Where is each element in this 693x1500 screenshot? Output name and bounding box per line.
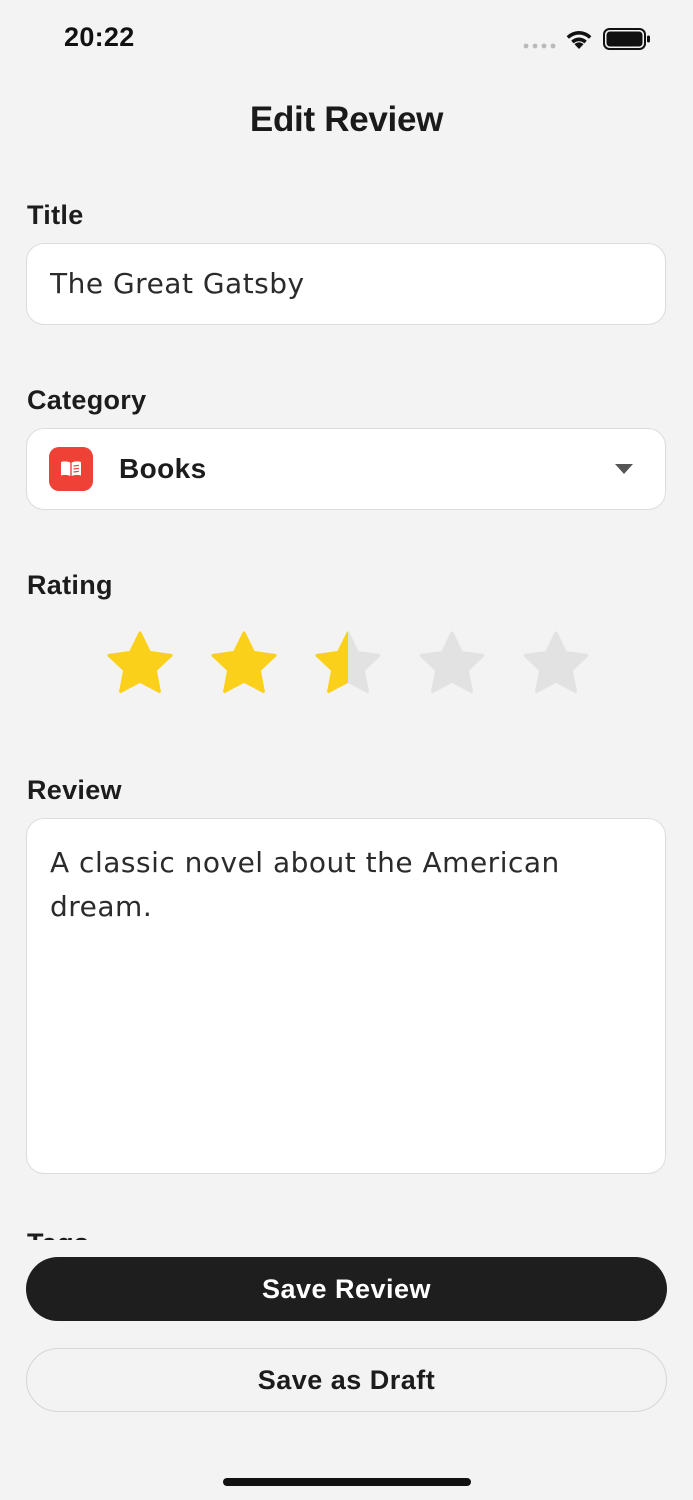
category-select[interactable]: Books bbox=[26, 428, 666, 510]
signal-icon bbox=[523, 43, 556, 49]
review-label: Review bbox=[27, 775, 122, 805]
category-value: Books bbox=[119, 453, 207, 484]
action-bar: Save Review Save as Draft bbox=[0, 1240, 693, 1500]
review-form[interactable]: Title Category Books Rating Review Tags bbox=[0, 170, 693, 1240]
wifi-icon bbox=[566, 31, 592, 49]
star-icon[interactable] bbox=[204, 625, 284, 705]
title-label: Title bbox=[27, 200, 84, 230]
save-draft-button[interactable]: Save as Draft bbox=[26, 1348, 667, 1412]
status-bar: 20:22 bbox=[0, 0, 693, 80]
tags-label: Tags bbox=[27, 1228, 89, 1240]
battery-icon bbox=[603, 28, 650, 50]
star-icon[interactable] bbox=[412, 625, 492, 705]
rating-label: Rating bbox=[27, 570, 113, 600]
title-input[interactable] bbox=[26, 243, 666, 325]
star-icon[interactable] bbox=[100, 625, 180, 705]
page-title: Edit Review bbox=[249, 100, 444, 139]
review-textarea[interactable] bbox=[26, 818, 666, 1174]
home-indicator bbox=[223, 1478, 471, 1486]
star-icon[interactable] bbox=[516, 625, 596, 705]
save-review-button[interactable]: Save Review bbox=[26, 1257, 667, 1321]
category-label: Category bbox=[27, 385, 147, 415]
star-rating[interactable] bbox=[100, 625, 600, 705]
status-time: 20:22 bbox=[64, 22, 135, 52]
star-icon[interactable] bbox=[308, 625, 388, 705]
chevron-down-icon bbox=[615, 464, 633, 474]
book-icon bbox=[49, 447, 93, 491]
